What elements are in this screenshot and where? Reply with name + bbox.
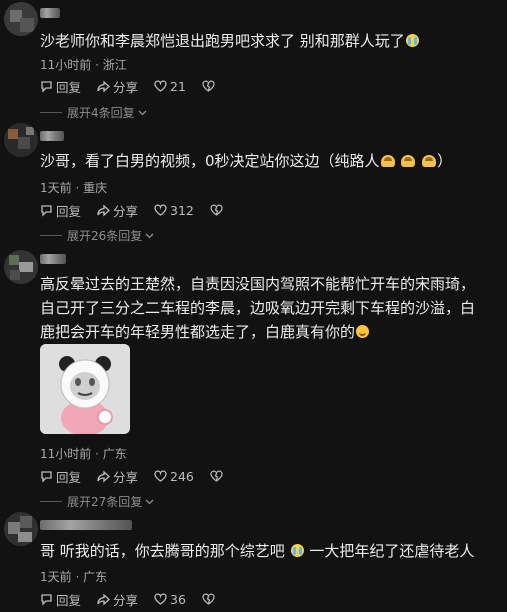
speech-bubble-icon [40,204,53,217]
share-arrow-icon [97,80,110,93]
share-arrow-icon [97,470,110,483]
heart-icon [154,470,167,482]
comment-actions: 回复 分享 21 [40,77,234,95]
divider [40,501,62,502]
reply-button[interactable]: 回复 [40,201,81,220]
heart-icon [154,80,167,92]
comment-text: 沙哥，看了白男的视频，0秒决定站你这边（纯路人 ） [40,152,453,170]
dislike-button[interactable] [202,80,218,92]
dislike-button[interactable] [210,204,226,216]
comment-text: 沙老师你和李晨郑恺退出跑男吧求求了 别和那群人玩了 [40,30,507,53]
comment-meta: 1天前 · 广东 [40,570,108,584]
location: 广东 [102,447,127,461]
location: 重庆 [83,181,108,195]
username-blurred[interactable] [40,520,132,530]
speech-bubble-icon [40,80,53,93]
divider [40,112,62,113]
comment-meta: 11小时前 · 广东 [40,447,127,461]
comment-text: 鹿把会开车的年轻男性都选走了，白鹿真有你的 [40,321,507,344]
like-count: 312 [170,202,194,218]
divider [40,235,62,236]
timestamp: 11小时前 [40,58,92,72]
timestamp: 11小时前 [40,447,92,461]
comment-meta: 11小时前 · 浙江 [40,58,127,72]
avatar[interactable] [4,512,38,546]
share-button[interactable]: 分享 [97,467,138,486]
comment-text-line: 高反晕过去的王楚然，自责因没国内驾照不能帮忙开车的宋雨琦， [40,275,476,293]
comment-meta: 1天前 · 重庆 [40,181,108,195]
share-button[interactable]: 分享 [97,77,138,96]
like-button[interactable]: 36 [154,592,186,607]
chevron-down-icon [145,499,154,505]
comment-actions: 回复 分享 312 [40,201,242,219]
share-button[interactable]: 分享 [97,201,138,220]
like-button[interactable]: 312 [154,203,194,218]
broken-heart-icon [210,470,223,482]
panda-meme-sticker [40,344,130,434]
avatar[interactable] [4,250,38,284]
avatar[interactable] [4,123,38,157]
crying-face-emoji [290,544,304,557]
share-arrow-icon [97,593,110,606]
location: 广东 [83,570,108,584]
like-button[interactable]: 246 [154,469,194,484]
expand-replies-button[interactable]: 展开26条回复 [40,227,157,244]
timestamp: 1天前 [40,570,72,584]
expand-replies-button[interactable]: 展开27条回复 [40,493,157,510]
like-count: 21 [170,78,186,94]
speech-bubble-icon [40,593,53,606]
bowing-emoji [422,155,437,167]
like-count: 36 [170,591,186,607]
location: 浙江 [102,58,127,72]
dislike-button[interactable] [210,470,226,482]
like-button[interactable]: 21 [154,79,186,94]
comment-text-line: 自己开了三分之二车程的李晨，边吸氧边开完剩下车程的沙溢，白 [40,299,476,317]
comment-text: 哥 听我的话，你去腾哥的那个综艺吧 一大把年纪了还虐待老人 [40,542,475,560]
share-button[interactable]: 分享 [97,590,138,609]
reply-button[interactable]: 回复 [40,590,81,609]
reply-button[interactable]: 回复 [40,467,81,486]
timestamp: 1天前 [40,181,72,195]
broken-heart-icon [210,204,223,216]
speech-bubble-icon [40,470,53,483]
comment-actions: 回复 分享 246 [40,467,242,485]
username-blurred[interactable] [40,131,64,141]
bowing-emoji [401,155,416,167]
comment-actions: 回复 分享 36 [40,590,234,608]
broken-heart-icon [202,80,215,92]
chevron-down-icon [138,110,147,116]
heart-icon [154,204,167,216]
dislike-button[interactable] [202,593,218,605]
heart-icon [154,593,167,605]
smiling-face-emoji [356,325,370,338]
broken-heart-icon [202,593,215,605]
expand-replies-button[interactable]: 展开4条回复 [40,104,150,121]
sticker-image[interactable] [40,344,130,434]
reply-button[interactable]: 回复 [40,77,81,96]
username-blurred[interactable] [40,8,60,18]
crying-face-emoji [405,34,419,47]
avatar[interactable] [4,2,38,36]
like-count: 246 [170,468,194,484]
share-arrow-icon [97,204,110,217]
username-blurred[interactable] [40,254,66,264]
bowing-emoji [380,155,395,167]
chevron-down-icon [145,233,154,239]
